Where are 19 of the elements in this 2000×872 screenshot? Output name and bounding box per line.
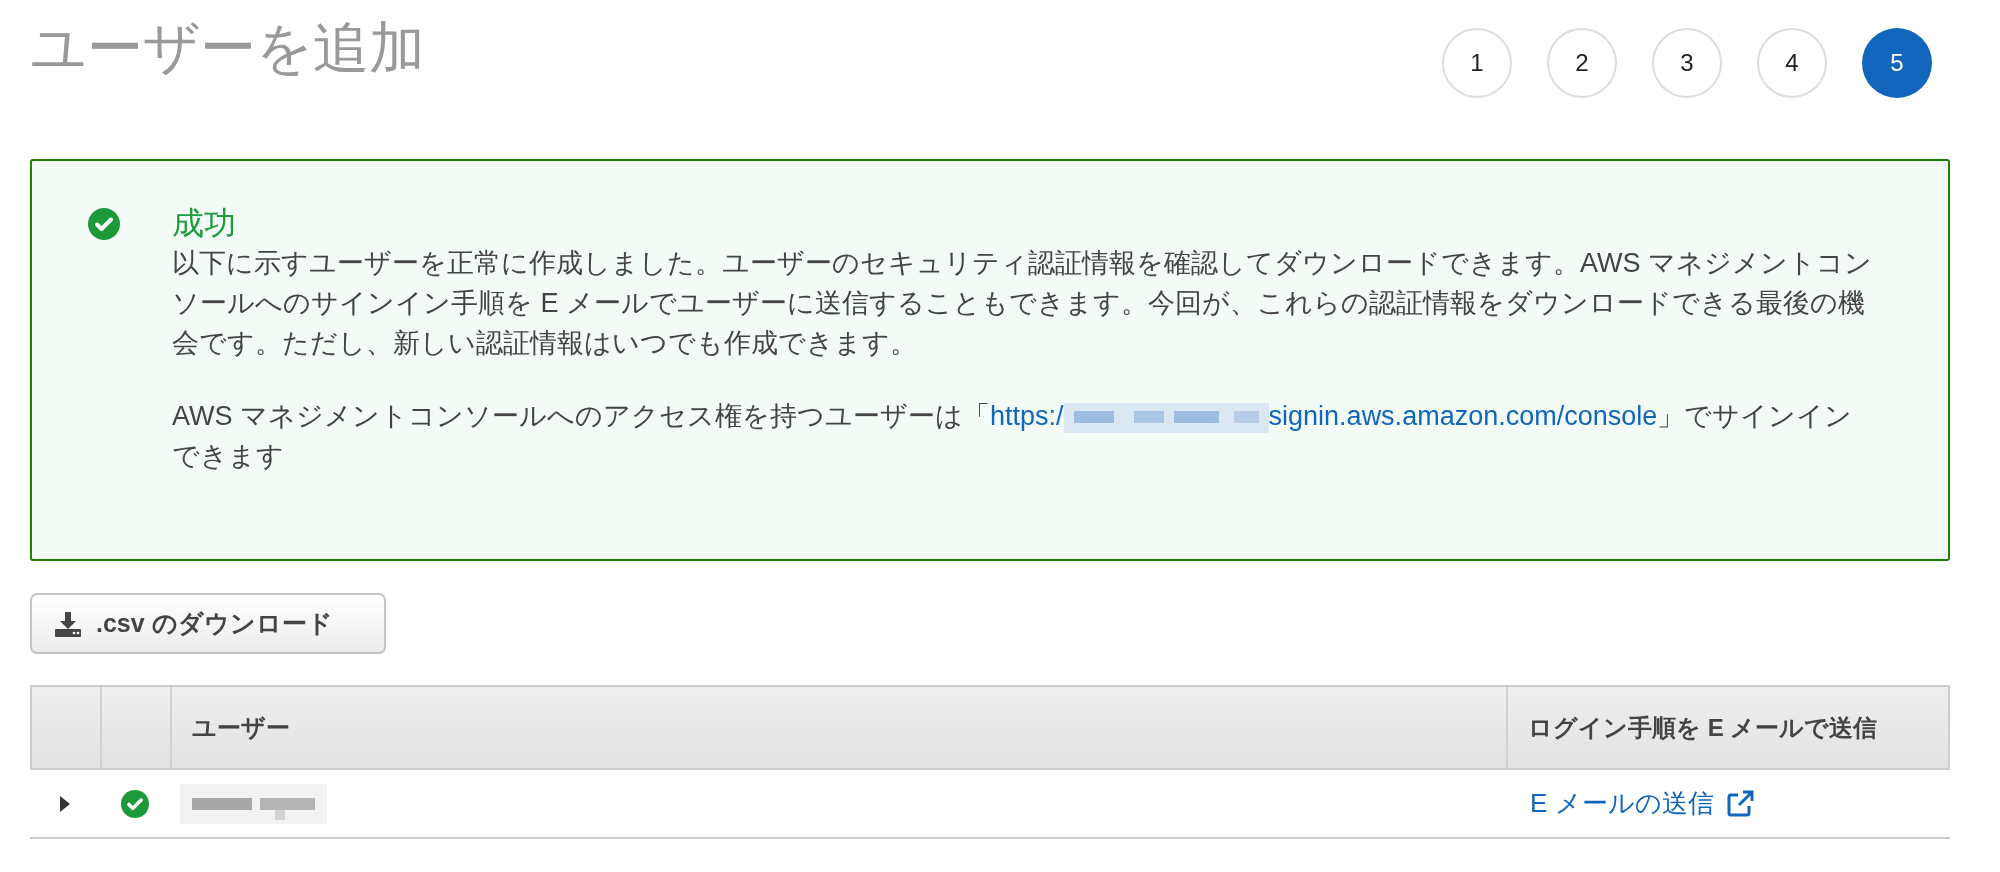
step-indicator: 3 <box>1652 28 1722 98</box>
download-icon <box>54 609 82 638</box>
alert-message: 以下に示すユーザーを正常に作成しました。ユーザーのセキュリティ認証情報を確認してダウンロードできます。AWS マネジメントコンソールへのサインイン手順を E メールでユーザーに送信することもできます。今回が、これらの認証情報をダウンロードできる最後の機会です。ただし、新しい認証情報はいつでも作成できます。 <box>172 247 1873 360</box>
alert-title: 成功 <box>172 204 237 243</box>
expand-caret-icon[interactable] <box>59 793 71 814</box>
step-indicator: 1 <box>1442 28 1512 98</box>
step-indicator: 2 <box>1547 28 1617 98</box>
send-email-link[interactable]: E メールの送信 <box>1530 784 1754 823</box>
column-header: ユーザー <box>192 712 290 743</box>
external-link-icon <box>1725 789 1754 818</box>
console-link[interactable]: https:/ signin.aws.amazon.com/console <box>990 401 1658 431</box>
download-csv-button[interactable]: .csv のダウンロード <box>30 593 386 654</box>
success-icon <box>88 208 120 240</box>
page-title: ユーザーを追加 <box>30 20 425 76</box>
column-header: ログイン手順を E メールで送信 <box>1528 712 1878 743</box>
access-message: AWS マネジメントコンソールへのアクセス権を持つユーザーは「https:/ signin.aws.amazon.com/console」でサインインできます <box>172 400 1854 473</box>
success-icon <box>121 789 149 818</box>
step-indicator: 5 <box>1862 28 1932 98</box>
step-indicator: 4 <box>1757 28 1827 98</box>
